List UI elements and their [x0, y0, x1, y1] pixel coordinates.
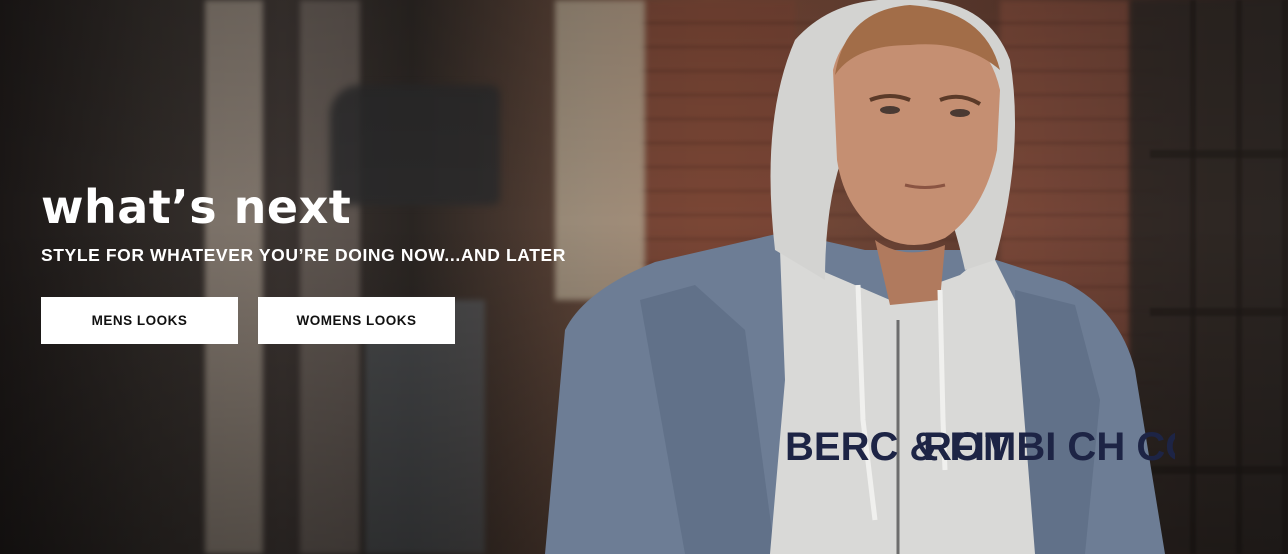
- hero-banner: BERC & FIT ROMBI CH CO. what’s next STYL…: [0, 0, 1288, 554]
- hero-headline: what’s next: [41, 180, 352, 234]
- hero-text-overlay: what’s next STYLE FOR WHATEVER YOU’RE DO…: [41, 180, 566, 344]
- hero-subheadline: STYLE FOR WHATEVER YOU’RE DOING NOW...AN…: [41, 245, 567, 265]
- model-photo: BERC & FIT ROMBI CH CO.: [545, 0, 1175, 554]
- hero-button-group: MENS LOOKS WOMENS LOOKS: [41, 297, 566, 344]
- hoodie-lettering-right: ROMBI CH CO.: [923, 425, 1175, 469]
- womens-looks-button[interactable]: WOMENS LOOKS: [258, 297, 455, 344]
- mens-looks-button[interactable]: MENS LOOKS: [41, 297, 238, 344]
